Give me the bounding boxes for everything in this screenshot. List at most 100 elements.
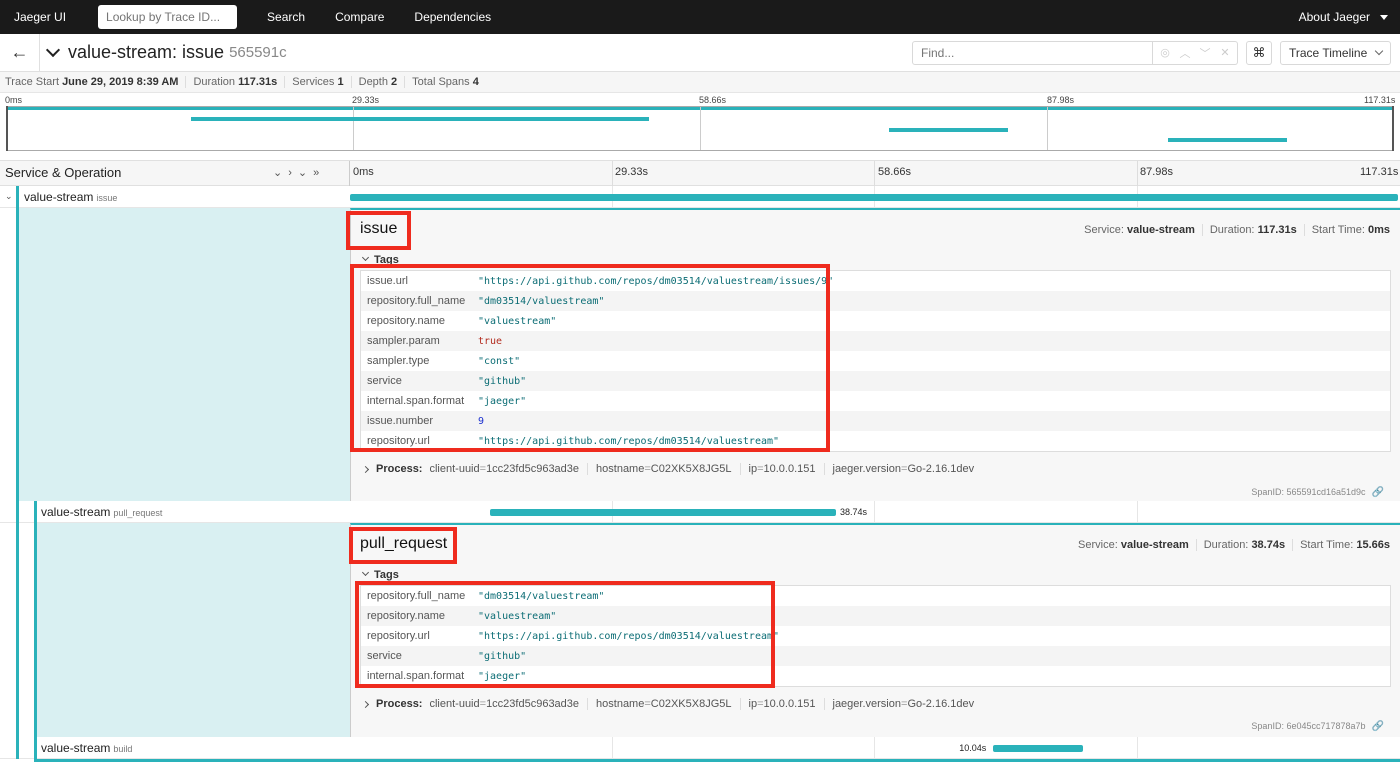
- locate-icon[interactable]: ◎: [1157, 46, 1173, 59]
- collapse-one-icon[interactable]: ⌄: [273, 167, 288, 179]
- process-tag: client-uuid=1cc23fd5c963ad3e: [429, 463, 589, 475]
- chevron-down-icon[interactable]: ⌄: [5, 191, 13, 202]
- detail-indent: [0, 523, 350, 737]
- duration-value: 117.31s: [238, 76, 278, 88]
- detail-service: value-stream: [1126, 224, 1195, 236]
- process-toggle[interactable]: Process: client-uuid=1cc23fd5c963ad3e hos…: [361, 463, 990, 475]
- span-bar[interactable]: [993, 745, 1083, 752]
- trace-title: value-stream: issue: [68, 42, 225, 62]
- span-duration-label: 10.04s: [959, 743, 987, 753]
- timeline-tick: 29.33s: [615, 166, 649, 178]
- span-tree-indent: [16, 523, 19, 737]
- detail-duration: 38.74s: [1251, 539, 1286, 551]
- span-bar[interactable]: [489, 509, 836, 516]
- row-gridline: [612, 737, 613, 759]
- span-tree-indent: [16, 186, 19, 208]
- trace-minimap[interactable]: 0ms 29.33s 58.66s 87.98s 117.31s: [0, 93, 1400, 157]
- trace-start-item: Trace Start June 29, 2019 8:39 AM: [5, 76, 187, 88]
- timeline-gridline: [612, 161, 613, 187]
- arrow-left-icon: ←: [10, 42, 29, 62]
- detail-start-time: 0ms: [1367, 224, 1390, 236]
- span-duration-label: 38.74s: [839, 507, 868, 517]
- process-tag: ip=10.0.0.151: [749, 463, 825, 475]
- minimap-gridline: [700, 107, 701, 150]
- expand-all-icon[interactable]: »: [313, 167, 325, 179]
- span-row-issue[interactable]: ⌄ value-stream issue: [0, 186, 1400, 208]
- minimap-tick: 58.66s: [699, 95, 727, 105]
- process-tag: hostname=C02XK5X8JG5L: [596, 463, 741, 475]
- minimap-tick: 87.98s: [1047, 95, 1075, 105]
- duration-item: Duration 117.31s: [193, 76, 286, 88]
- span-id: SpanID: 6e045cc717878a7b 🔗: [1251, 721, 1384, 732]
- timeline-tick: 58.66s: [878, 166, 912, 178]
- trace-id: 565591c: [229, 44, 287, 61]
- process-tag: jaeger.version=Go-2.16.1dev: [832, 698, 975, 710]
- detail-duration: 117.31s: [1257, 224, 1297, 236]
- span-tree-indent: [34, 501, 37, 523]
- about-jaeger-label: About Jaeger: [1298, 10, 1370, 24]
- service-operation-header: Service & Operation: [5, 165, 122, 180]
- minimap-tick: 0ms: [5, 95, 23, 105]
- services-item: Services 1: [292, 76, 352, 88]
- chevron-down-icon: [361, 568, 370, 577]
- chevron-right-icon: [361, 700, 370, 708]
- span-row-pull-request[interactable]: value-stream pull_request 38.74s: [0, 501, 1400, 523]
- span-operation-name: issue: [96, 193, 118, 203]
- minimap-viewport[interactable]: [6, 106, 1394, 151]
- trace-id-lookup-input[interactable]: [98, 5, 238, 29]
- back-button[interactable]: ←: [0, 33, 40, 72]
- row-gridline: [874, 501, 875, 523]
- span-row-build[interactable]: value-stream build 10.04s: [0, 737, 1400, 759]
- process-tag: jaeger.version=Go-2.16.1dev: [832, 463, 975, 475]
- chevron-right-icon: [361, 465, 370, 473]
- command-icon: ⌘: [1252, 44, 1266, 60]
- detail-indent: [0, 208, 350, 501]
- span-operation-name: build: [113, 744, 133, 754]
- span-bar[interactable]: [350, 194, 1398, 201]
- clear-icon[interactable]: ✕: [1217, 46, 1233, 59]
- chevron-up-icon[interactable]: ︿: [1177, 45, 1193, 61]
- timeline-tick: 117.31s: [1360, 166, 1399, 178]
- collapse-trace-chevron-icon[interactable]: [45, 42, 61, 58]
- minimap-gridline: [1047, 107, 1048, 150]
- highlight-box: [350, 264, 830, 452]
- chevron-down-icon: [1374, 46, 1384, 56]
- about-jaeger-menu[interactable]: About Jaeger: [1299, 10, 1388, 24]
- trace-page-header: ← value-stream: issue 565591c ◎ ︿ ﹀ ✕ ⌘ …: [0, 33, 1400, 72]
- keyboard-shortcuts-button[interactable]: ⌘: [1246, 40, 1272, 65]
- span-tree-indent: [34, 737, 37, 759]
- minimap-right-handle[interactable]: [1392, 106, 1394, 151]
- tags-toggle[interactable]: Tags: [361, 568, 399, 581]
- span-service-name[interactable]: value-stream pull_request: [41, 505, 162, 519]
- collapse-all-icon[interactable]: ⌄: [298, 167, 313, 179]
- span-service-name[interactable]: value-stream build: [41, 741, 132, 755]
- row-gridline: [1137, 501, 1138, 523]
- link-icon[interactable]: 🔗: [1372, 487, 1384, 498]
- nav-search-link[interactable]: Search: [267, 10, 305, 24]
- timeline-tick: 0ms: [353, 166, 374, 178]
- expand-one-icon[interactable]: ›: [288, 167, 298, 179]
- detail-service: value-stream: [1120, 539, 1189, 551]
- chevron-down-icon: [1380, 14, 1388, 20]
- nav-dependencies-link[interactable]: Dependencies: [414, 10, 491, 24]
- minimap-tick: 117.31s: [1364, 95, 1396, 105]
- minimap-span: [191, 117, 649, 121]
- row-gridline: [874, 737, 875, 759]
- process-toggle[interactable]: Process: client-uuid=1cc23fd5c963ad3e hos…: [361, 698, 990, 710]
- column-resizer[interactable]: [349, 161, 350, 187]
- span-id: SpanID: 565591cd16a51d9c 🔗: [1251, 487, 1384, 498]
- view-mode-select[interactable]: Trace Timeline: [1280, 40, 1391, 65]
- brand-link[interactable]: Jaeger UI: [14, 10, 66, 24]
- detail-tint: [37, 523, 350, 737]
- link-icon[interactable]: 🔗: [1372, 721, 1384, 732]
- chevron-down-icon[interactable]: ﹀: [1197, 45, 1213, 61]
- services-value: 1: [337, 76, 344, 88]
- highlight-box: [349, 527, 457, 564]
- minimap-left-handle[interactable]: [6, 106, 8, 151]
- timeline-gridline: [874, 161, 875, 187]
- find-input[interactable]: [912, 40, 1153, 65]
- minimap-span: [889, 128, 1008, 132]
- span-service-name[interactable]: value-stream issue: [24, 190, 117, 204]
- span-tree-indent: [16, 501, 19, 523]
- nav-compare-link[interactable]: Compare: [335, 10, 384, 24]
